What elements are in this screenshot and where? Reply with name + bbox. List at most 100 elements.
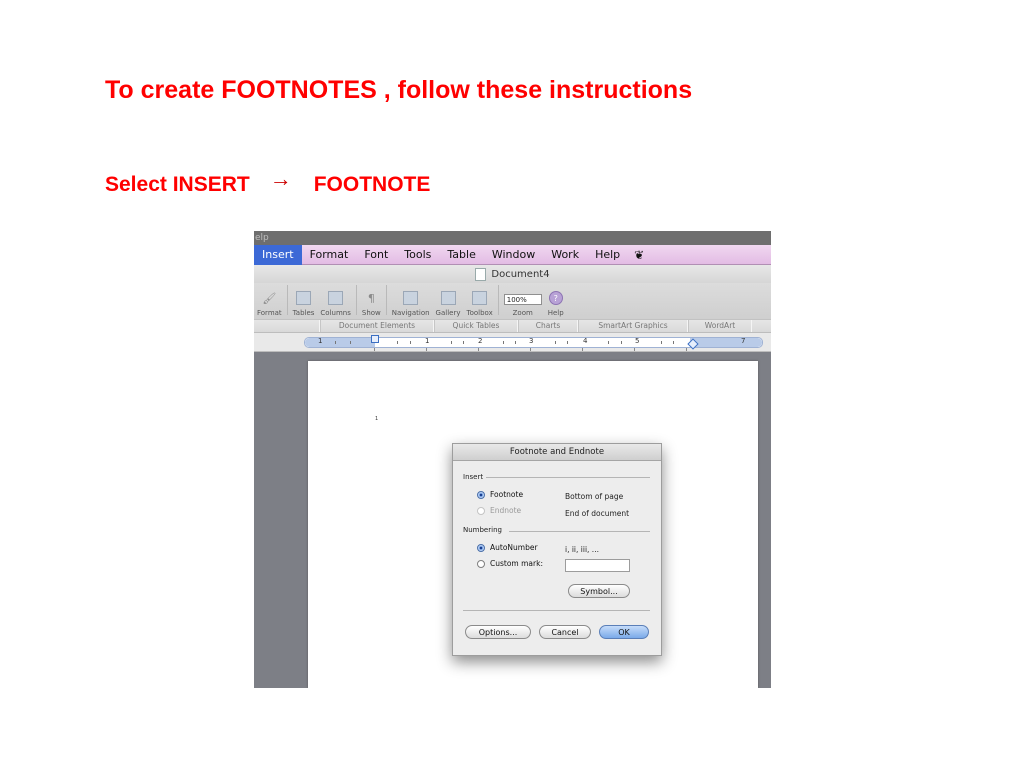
footnote-reference-mark: 1 — [375, 416, 379, 422]
columns-label: Columns — [320, 309, 351, 317]
ruler-tick — [555, 341, 556, 344]
first-line-indent-marker[interactable] — [371, 335, 379, 343]
menu-format[interactable]: Format — [302, 245, 357, 265]
options-button[interactable]: Options... — [465, 625, 531, 639]
columns-icon — [328, 291, 344, 305]
endnote-location: End of document — [565, 509, 630, 518]
ruler-tick-row — [304, 348, 761, 351]
ruler-right-margin — [690, 338, 762, 347]
footnote-radio[interactable]: Footnote — [477, 490, 523, 499]
columns-button[interactable]: Columns — [317, 291, 353, 317]
ruler-number: 3 — [529, 337, 534, 345]
radio-selected-icon — [477, 543, 485, 552]
endnote-radio[interactable]: Endnote — [477, 506, 521, 515]
ruler-tick — [686, 348, 687, 351]
symbol-button[interactable]: Symbol... — [568, 584, 630, 598]
show-button[interactable]: ¶ Show — [359, 291, 384, 318]
menu-help[interactable]: Help — [587, 245, 628, 265]
ruler-tick — [374, 348, 375, 351]
slide-instruction: Select INSERT → FOOTNOTE — [105, 166, 431, 198]
tab-quick-tables[interactable]: Quick Tables — [434, 320, 518, 332]
paintbrush-icon: 🖌 — [262, 291, 277, 305]
help-button[interactable]: ? Help — [545, 291, 567, 317]
document-icon — [475, 267, 487, 281]
ruler-number: 2 — [478, 337, 483, 345]
help-icon: ? — [548, 291, 563, 305]
tab-smartart-graphics[interactable]: SmartArt Graphics — [578, 320, 688, 332]
tab-charts[interactable]: Charts — [518, 320, 578, 332]
ruler-tick — [530, 348, 531, 351]
standard-toolbar: 🖌 Format Tables Columns ¶ Show Navigatio… — [254, 283, 771, 319]
ruler-tick — [503, 341, 504, 344]
ruler-tick — [463, 341, 464, 344]
right-arrow-icon: → — [269, 166, 292, 191]
navigation-label: Navigation — [391, 309, 430, 317]
format-label: Format — [257, 309, 282, 317]
dialog-divider — [463, 610, 650, 611]
cancel-button[interactable]: Cancel — [539, 625, 591, 639]
menu-insert[interactable]: Insert — [254, 244, 302, 265]
zoom-label: Zoom — [512, 309, 533, 317]
instruction-select-insert: Select INSERT — [105, 173, 250, 196]
custom-mark-input[interactable] — [565, 559, 630, 572]
radio-selected-icon — [477, 490, 485, 499]
document-title: Document4 — [491, 268, 550, 280]
tables-button[interactable]: Tables — [290, 291, 318, 317]
menu-font[interactable]: Font — [356, 245, 396, 265]
ruler-tick — [410, 341, 411, 344]
toolbox-icon — [472, 291, 488, 305]
menu-tools[interactable]: Tools — [396, 245, 439, 265]
radio-unselected-icon — [477, 559, 485, 568]
instruction-footnote: FOOTNOTE — [313, 173, 431, 196]
help-label: Help — [547, 309, 564, 317]
tab-wordart[interactable]: WordArt — [688, 320, 752, 332]
toolbox-button[interactable]: Toolbox — [463, 291, 495, 317]
ruler-tick — [608, 341, 609, 344]
format-button[interactable]: 🖌 Format — [254, 291, 285, 318]
footnote-radio-label: Footnote — [490, 490, 524, 499]
ruler-tick — [634, 348, 635, 351]
custom-mark-radio[interactable]: Custom mark: — [477, 559, 543, 568]
menu-window[interactable]: Window — [484, 245, 543, 265]
tables-icon — [296, 291, 312, 305]
ruler-tick — [515, 341, 516, 344]
insert-section-label: Insert — [463, 473, 484, 481]
toolbar-divider — [286, 285, 288, 315]
ruler-tick — [673, 341, 674, 344]
ruler-tick — [335, 341, 336, 344]
horizontal-ruler[interactable]: 1 1 2 3 4 5 7 — [304, 335, 763, 350]
toolbar-divider — [497, 285, 499, 315]
radio-unselected-icon — [477, 506, 485, 515]
section-divider — [509, 531, 650, 532]
ruler-tick — [397, 341, 398, 344]
script-menu-icon[interactable]: ❦ — [628, 248, 650, 262]
dialog-title: Footnote and Endnote — [453, 444, 661, 461]
footnote-endnote-dialog: Footnote and Endnote Insert Footnote Bot… — [452, 443, 662, 656]
zoom-field[interactable]: 100% — [503, 294, 542, 305]
toolbar-divider — [385, 285, 387, 315]
gallery-label: Gallery — [435, 309, 461, 317]
autonumber-radio-label: AutoNumber — [490, 543, 538, 552]
word-screenshot: elp Insert Format Font Tools Table Windo… — [254, 231, 771, 688]
tab-document-elements[interactable]: Document Elements — [320, 320, 434, 332]
ruler-number: 1 — [425, 337, 430, 345]
navigation-button[interactable]: Navigation — [389, 291, 433, 317]
ruler-tick — [451, 341, 452, 344]
ruler-number: 4 — [583, 337, 588, 345]
autonumber-radio[interactable]: AutoNumber — [477, 543, 538, 552]
ruler-tick — [350, 341, 351, 344]
gallery-button[interactable]: Gallery — [433, 291, 464, 317]
ruler-tick — [567, 341, 568, 344]
menu-work[interactable]: Work — [543, 245, 587, 265]
menu-table[interactable]: Table — [439, 245, 483, 265]
ruler-tick — [478, 348, 479, 351]
ok-button[interactable]: OK — [599, 625, 649, 639]
custom-mark-radio-label: Custom mark: — [490, 559, 543, 568]
ruler-tick — [661, 341, 662, 344]
ruler-number: 5 — [635, 337, 640, 345]
zoom-control[interactable]: 100% Zoom — [501, 294, 545, 317]
autonumber-format[interactable]: i, ii, iii, ... — [565, 545, 599, 554]
ruler-number: 7 — [741, 337, 746, 345]
section-divider — [486, 477, 650, 478]
endnote-radio-label: Endnote — [490, 506, 522, 515]
